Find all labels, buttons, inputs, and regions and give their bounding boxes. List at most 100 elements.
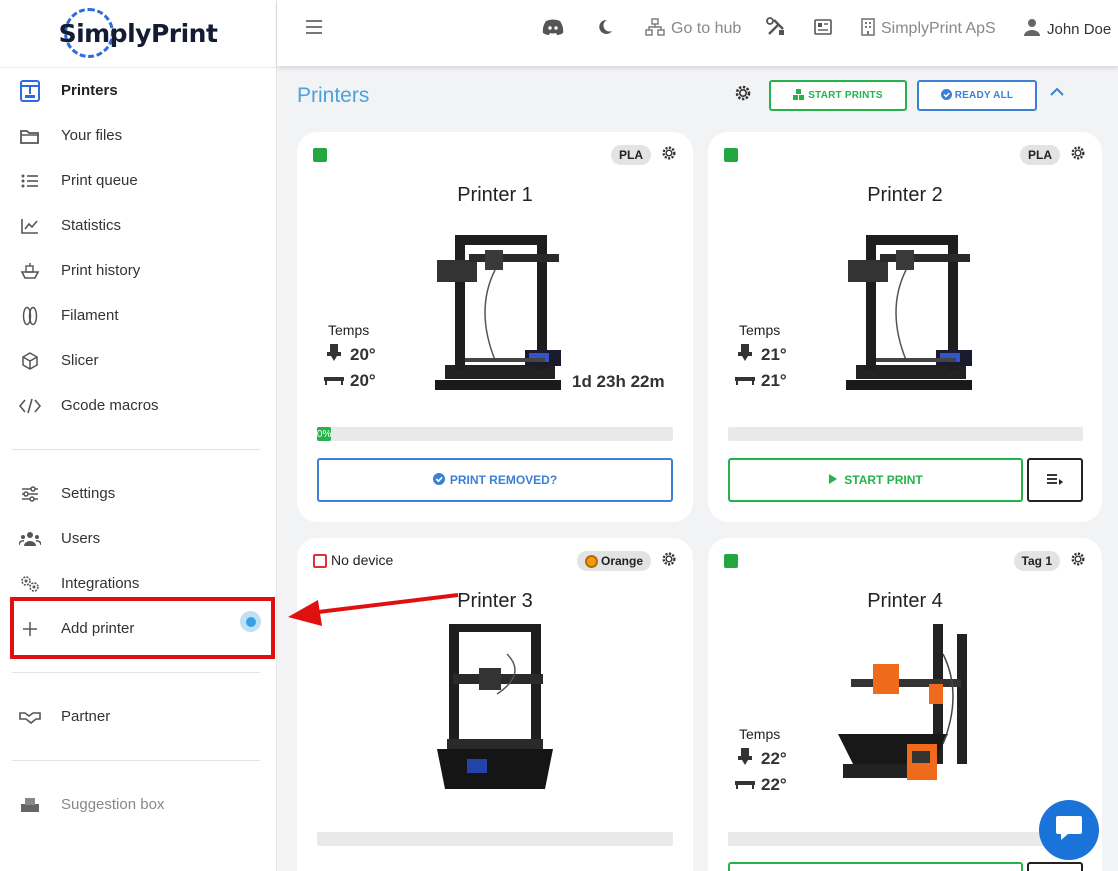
sidebar-divider [12, 449, 260, 450]
tag-label: Tag 1 [1021, 554, 1052, 568]
progress-bar: 0% [317, 427, 673, 441]
inbox-icon [18, 793, 42, 817]
boat-icon [18, 259, 42, 283]
theme-toggle[interactable] [597, 18, 613, 40]
progress-bar [728, 427, 1083, 441]
menu-toggle[interactable] [305, 18, 323, 40]
ender3-printer-icon [435, 235, 561, 390]
nozzle-icon [734, 748, 756, 770]
sidebar-item-partner[interactable]: Partner [0, 694, 276, 739]
cubes-icon [793, 88, 805, 103]
discord-icon [542, 19, 564, 40]
user-icon [1023, 18, 1041, 41]
bed-icon [734, 372, 756, 390]
folder-icon [18, 124, 42, 148]
sidebar-item-label: Print queue [61, 172, 138, 189]
filament-icon [18, 304, 42, 328]
status-indicator [724, 148, 738, 162]
sidebar: SimplyPrint Printers Your files Print qu… [0, 0, 277, 871]
printers-settings-button[interactable] [732, 84, 754, 106]
tag-label: Orange [600, 554, 643, 568]
sidebar-item-label: Your files [61, 127, 123, 144]
queue-button[interactable] [1027, 862, 1083, 871]
topbar: Go to hub SimplyPrint ApS John Doe [277, 0, 1118, 66]
sidebar-item-filament[interactable]: Filament [0, 293, 276, 338]
logo[interactable]: SimplyPrint [0, 0, 276, 68]
ready-all-button[interactable]: READY ALL [917, 80, 1037, 111]
bed-icon [734, 776, 756, 794]
gear-icon [734, 84, 752, 107]
queue-list-icon [1046, 472, 1064, 489]
sidebar-divider [12, 760, 260, 761]
start-print-button[interactable]: START PRINT [728, 458, 1023, 502]
filament-tag[interactable]: PLA [611, 145, 651, 165]
cube-icon [18, 349, 42, 373]
chat-icon [1054, 815, 1084, 846]
sidebar-item-files[interactable]: Your files [0, 113, 276, 158]
logo-text: SimplyPrint [58, 19, 218, 48]
queue-button[interactable] [1027, 458, 1083, 502]
sidebar-item-slicer[interactable]: Slicer [0, 338, 276, 383]
no-device-label: No device [331, 552, 394, 568]
printer-card[interactable]: PLA Printer 2 Temps 21° 21° START PRINT [708, 132, 1102, 522]
sidebar-item-label: Users [61, 530, 101, 547]
start-print-label: START PRINT [844, 473, 923, 487]
go-to-hub-link[interactable]: Go to hub [645, 17, 741, 41]
hub-icon [645, 17, 665, 41]
ender3-printer-icon [846, 235, 972, 390]
sidebar-item-label: Printers [61, 82, 118, 99]
printer-settings-button[interactable] [661, 551, 677, 572]
nozzle-temp: 21° [734, 344, 787, 366]
start-prints-button[interactable]: START PRINTS [769, 80, 907, 111]
printer-settings-button[interactable] [661, 145, 677, 166]
tools-icon [766, 16, 786, 42]
tools-button[interactable] [766, 16, 786, 42]
company-label: SimplyPrint ApS [881, 20, 996, 37]
sidebar-item-gcode-macros[interactable]: Gcode macros [0, 383, 276, 428]
code-icon [18, 394, 42, 418]
nozzle-temp: 22° [734, 748, 787, 770]
bed-temp: 22° [734, 775, 787, 795]
print-removed-button[interactable]: PRINT REMOVED? [317, 458, 673, 502]
sidebar-item-printers[interactable]: Printers [0, 68, 276, 113]
start-prints-label: START PRINTS [808, 90, 883, 101]
sidebar-item-print-history[interactable]: Print history [0, 248, 276, 293]
filament-tag[interactable]: PLA [1020, 145, 1060, 165]
page-title: Printers [297, 84, 370, 107]
moon-icon [597, 19, 613, 40]
filament-tag[interactable]: Orange [576, 551, 651, 571]
filament-tag[interactable]: Tag 1 [1013, 551, 1060, 571]
ready-all-label: READY ALL [954, 90, 1014, 101]
company-switcher[interactable]: SimplyPrint ApS [861, 17, 996, 41]
sidebar-item-suggestion-box[interactable]: Suggestion box [0, 782, 276, 827]
sidebar-item-users[interactable]: Users [0, 516, 276, 561]
eta: 1d 23h 22m [572, 372, 665, 391]
nozzle-temp-value: 21° [761, 345, 787, 364]
printer-card[interactable]: PLA Printer 1 Temps 20° 20° 1d 23h 22m 0… [297, 132, 693, 522]
annotation-arrow-icon [288, 593, 459, 626]
sidebar-item-statistics[interactable]: Statistics [0, 203, 276, 248]
printer-settings-button[interactable] [1070, 145, 1086, 166]
nozzle-icon [734, 344, 756, 366]
tag-label: PLA [1028, 148, 1052, 162]
chat-button[interactable] [1039, 800, 1099, 860]
list-icon [18, 169, 42, 193]
tag-label: PLA [619, 148, 643, 162]
hamburger-icon [305, 19, 323, 39]
collapse-button[interactable] [1050, 84, 1064, 102]
building-icon [861, 17, 875, 41]
sidebar-item-label: Filament [61, 307, 119, 324]
news-button[interactable] [814, 18, 832, 40]
printer-settings-button[interactable] [1070, 551, 1086, 572]
gear-icon [661, 552, 677, 571]
sidebar-item-print-queue[interactable]: Print queue [0, 158, 276, 203]
spool-icon [584, 554, 598, 568]
bed-temp: 21° [734, 371, 787, 391]
user-menu[interactable]: John Doe [1023, 18, 1111, 40]
print-removed-label: PRINT REMOVED? [449, 473, 558, 487]
discord-button[interactable] [542, 18, 564, 40]
sidebar-item-settings[interactable]: Settings [0, 471, 276, 516]
gear-icon [661, 146, 677, 165]
sidebar-item-label: Statistics [61, 217, 122, 234]
start-print-button[interactable] [728, 862, 1023, 871]
